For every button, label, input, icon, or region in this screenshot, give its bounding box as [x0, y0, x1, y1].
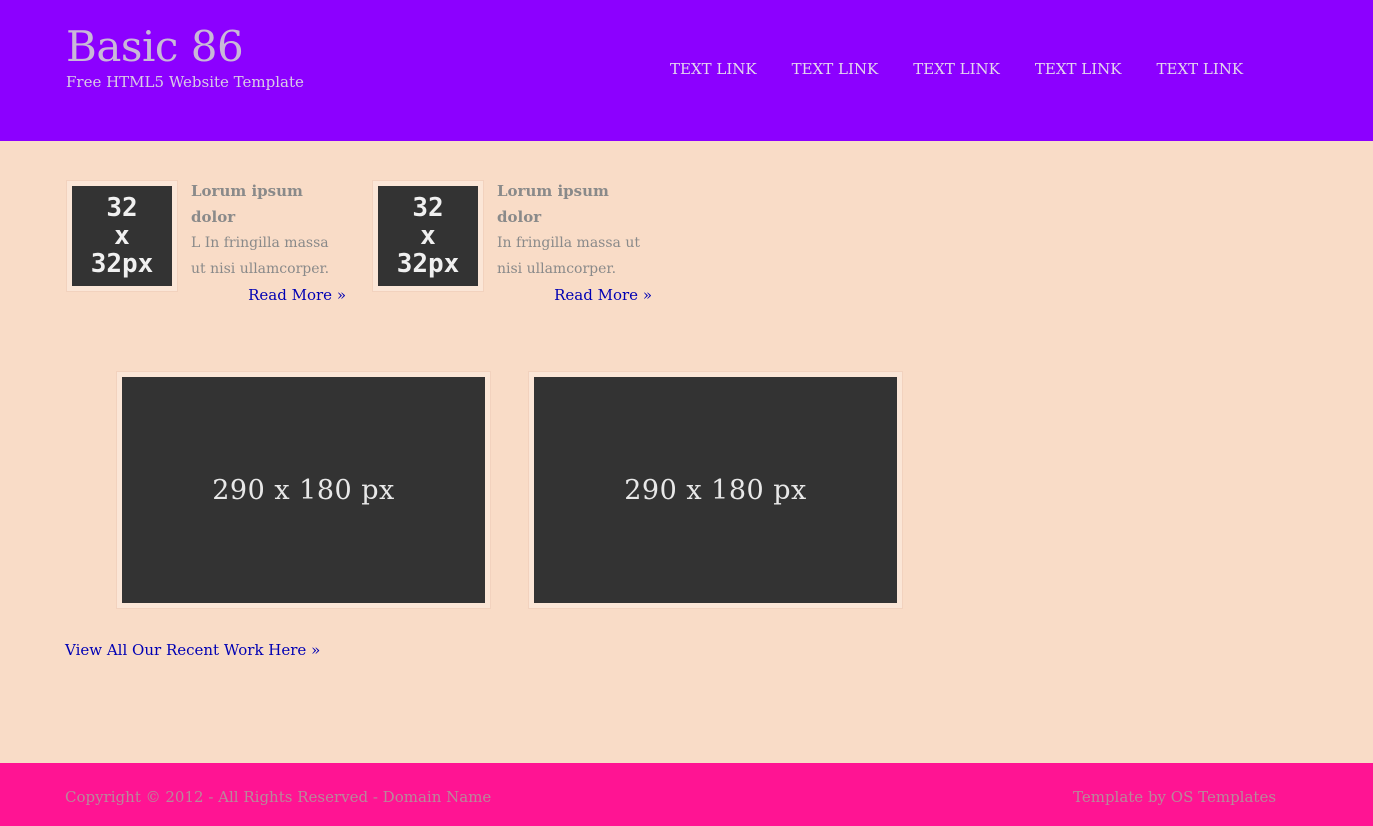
site-header: Basic 86 Free HTML5 Website Template TEX…	[0, 0, 1373, 141]
feature-item-1: 32 x 32px Lorum ipsum dolor L In fringil…	[66, 180, 356, 310]
site-title[interactable]: Basic 86	[66, 22, 244, 72]
feature-title: Lorum ipsum dolor	[497, 182, 609, 226]
nav-link-1[interactable]: TEXT LINK	[670, 59, 757, 79]
read-more-link[interactable]: Read More »	[248, 282, 346, 308]
gallery-item-2[interactable]: 290 x 180 px	[528, 371, 903, 609]
thumb-label-line: 32	[412, 193, 444, 223]
nav-link-5[interactable]: TEXT LINK	[1157, 59, 1244, 79]
main-nav: TEXT LINK TEXT LINK TEXT LINK TEXT LINK …	[670, 59, 1278, 79]
feature-text: L In fringilla massa ut nisi ullamcorper…	[191, 235, 330, 277]
nav-link-4[interactable]: TEXT LINK	[1035, 59, 1122, 79]
thumb-label-line: 32	[106, 193, 138, 223]
placeholder-image: 32 x 32px	[378, 186, 478, 286]
footer-copyright: Copyright © 2012 - All Rights Reserved -…	[65, 788, 492, 806]
read-more-link[interactable]: Read More »	[554, 282, 652, 308]
placeholder-image: 290 x 180 px	[534, 377, 897, 603]
thumb-label-line: 32px	[90, 249, 154, 279]
site-footer: Copyright © 2012 - All Rights Reserved -…	[0, 763, 1373, 826]
feature-item-2: 32 x 32px Lorum ipsum dolor In fringilla…	[372, 180, 662, 310]
view-all-work-link[interactable]: View All Our Recent Work Here »	[65, 638, 320, 662]
thumb-label-line: 32px	[396, 249, 460, 279]
placeholder-image: 32 x 32px	[72, 186, 172, 286]
feature-text: In fringilla massa ut nisi ullamcorper.	[497, 235, 640, 277]
feature-title: Lorum ipsum dolor	[191, 182, 303, 226]
thumb-label-line: x	[420, 221, 436, 251]
placeholder-image: 290 x 180 px	[122, 377, 485, 603]
nav-link-3[interactable]: TEXT LINK	[913, 59, 1000, 79]
footer-credit[interactable]: Template by OS Templates	[1073, 787, 1276, 807]
nav-link-2[interactable]: TEXT LINK	[792, 59, 879, 79]
site-tagline: Free HTML5 Website Template	[66, 73, 304, 91]
feature-thumbnail: 32 x 32px	[66, 180, 178, 292]
thumb-label-line: x	[114, 221, 130, 251]
feature-thumbnail: 32 x 32px	[372, 180, 484, 292]
gallery-item-1[interactable]: 290 x 180 px	[116, 371, 491, 609]
